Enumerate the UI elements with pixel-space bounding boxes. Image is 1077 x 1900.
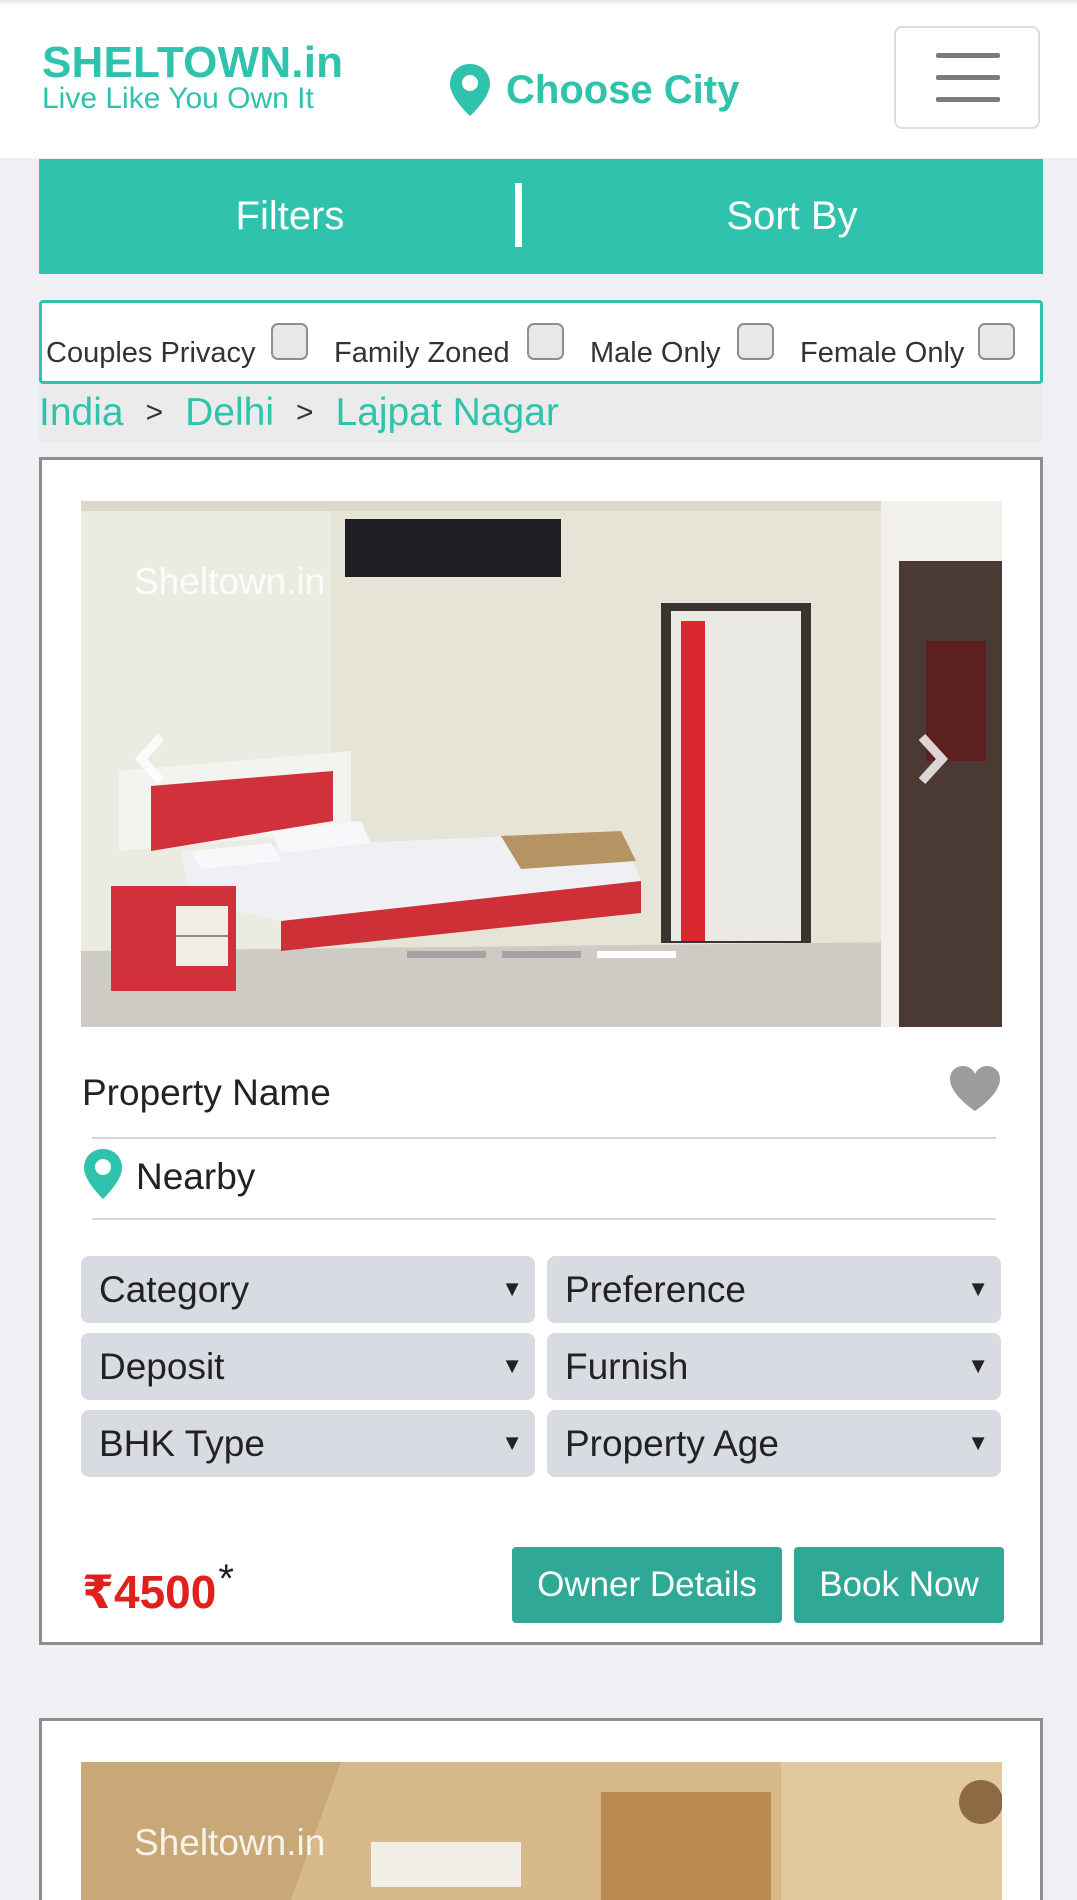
family-zoned-checkbox[interactable] xyxy=(527,323,564,360)
brand-name: SHELTOWN.in xyxy=(42,38,344,87)
sort-by-button[interactable]: Sort By xyxy=(541,159,1043,274)
breadcrumb-separator: > xyxy=(145,396,164,429)
breadcrumb-separator: > xyxy=(295,396,314,429)
property-image-carousel[interactable]: Sheltown.in xyxy=(81,1762,1002,1900)
watermark-text: Sheltown.in xyxy=(134,1822,326,1863)
property-age-select-value: Property Age xyxy=(565,1423,779,1464)
brand-tagline: Live Like You Own It xyxy=(42,82,314,115)
caret-down-icon: ▼ xyxy=(967,1430,989,1455)
property-card: Sheltown.in xyxy=(39,1718,1043,1900)
breadcrumb-lajpat-nagar[interactable]: Lajpat Nagar xyxy=(336,391,559,435)
caret-down-icon: ▼ xyxy=(967,1276,989,1301)
property-image-carousel[interactable]: Sheltown.in xyxy=(81,501,1002,1027)
carousel-indicator[interactable] xyxy=(502,951,581,958)
price-asterisk: * xyxy=(218,1557,234,1601)
couples-privacy-checkbox[interactable] xyxy=(271,323,308,360)
carousel-indicators xyxy=(407,951,692,958)
watermark-text: Sheltown.in xyxy=(134,561,326,602)
divider xyxy=(92,1218,996,1220)
heart-icon[interactable] xyxy=(948,1065,1002,1113)
category-select[interactable]: Category ▼ xyxy=(81,1256,535,1323)
price-value: ₹4500 xyxy=(82,1566,217,1618)
category-select-value: Category xyxy=(99,1269,250,1310)
header-shadow xyxy=(0,0,1077,6)
hamburger-menu-button[interactable] xyxy=(894,26,1040,129)
map-pin-icon xyxy=(84,1149,122,1199)
price: ₹4500* xyxy=(82,1557,234,1619)
map-pin-icon xyxy=(450,64,490,116)
caret-down-icon: ▼ xyxy=(501,1430,523,1455)
nearby-location: Nearby xyxy=(136,1156,256,1197)
male-only-label: Male Only xyxy=(590,337,721,369)
choose-city-label: Choose City xyxy=(506,67,740,112)
caret-down-icon: ▼ xyxy=(501,1276,523,1301)
carousel-indicator[interactable] xyxy=(407,951,486,958)
family-zoned-label: Family Zoned xyxy=(334,337,510,369)
divider xyxy=(92,1137,996,1139)
deposit-select-value: Deposit xyxy=(99,1346,225,1387)
filters-button[interactable]: Filters xyxy=(39,159,541,274)
property-name: Property Name xyxy=(82,1072,331,1113)
book-now-button[interactable]: Book Now xyxy=(794,1547,1004,1623)
hamburger-menu-icon xyxy=(936,53,1000,58)
brand-logo[interactable]: SHELTOWN.in Live Like You Own It xyxy=(42,38,344,115)
site-header: SHELTOWN.in Live Like You Own It Choose … xyxy=(0,0,1077,158)
deposit-select[interactable]: Deposit ▼ xyxy=(81,1333,535,1400)
caret-down-icon: ▼ xyxy=(501,1353,523,1378)
quick-filter-row: Couples Privacy Family Zoned Male Only F… xyxy=(39,300,1043,384)
breadcrumb: India > Delhi > Lajpat Nagar xyxy=(39,384,1043,442)
property-card: Sheltown.in Property Name Nearby Categor… xyxy=(39,457,1043,1645)
couples-privacy-label: Couples Privacy xyxy=(46,337,256,369)
hamburger-menu-icon xyxy=(936,75,1000,80)
male-only-checkbox[interactable] xyxy=(737,323,774,360)
preference-select-value: Preference xyxy=(565,1269,746,1310)
filter-sort-bar: Filters Sort By xyxy=(39,159,1043,274)
bhk-type-select-value: BHK Type xyxy=(99,1423,265,1464)
choose-city-button[interactable]: Choose City xyxy=(448,62,739,118)
female-only-label: Female Only xyxy=(800,337,965,369)
breadcrumb-india[interactable]: India xyxy=(39,391,124,435)
female-only-checkbox[interactable] xyxy=(978,323,1015,360)
chevron-right-icon[interactable] xyxy=(912,729,952,789)
breadcrumb-delhi[interactable]: Delhi xyxy=(185,391,274,435)
caret-down-icon: ▼ xyxy=(967,1353,989,1378)
filter-bar-divider xyxy=(515,183,522,247)
hamburger-menu-icon xyxy=(936,97,1000,102)
carousel-indicator-active[interactable] xyxy=(597,951,676,958)
property-age-select[interactable]: Property Age ▼ xyxy=(547,1410,1001,1477)
furnish-select[interactable]: Furnish ▼ xyxy=(547,1333,1001,1400)
owner-details-button[interactable]: Owner Details xyxy=(512,1547,782,1623)
preference-select[interactable]: Preference ▼ xyxy=(547,1256,1001,1323)
chevron-left-icon[interactable] xyxy=(131,729,171,789)
furnish-select-value: Furnish xyxy=(565,1346,689,1387)
bhk-type-select[interactable]: BHK Type ▼ xyxy=(81,1410,535,1477)
